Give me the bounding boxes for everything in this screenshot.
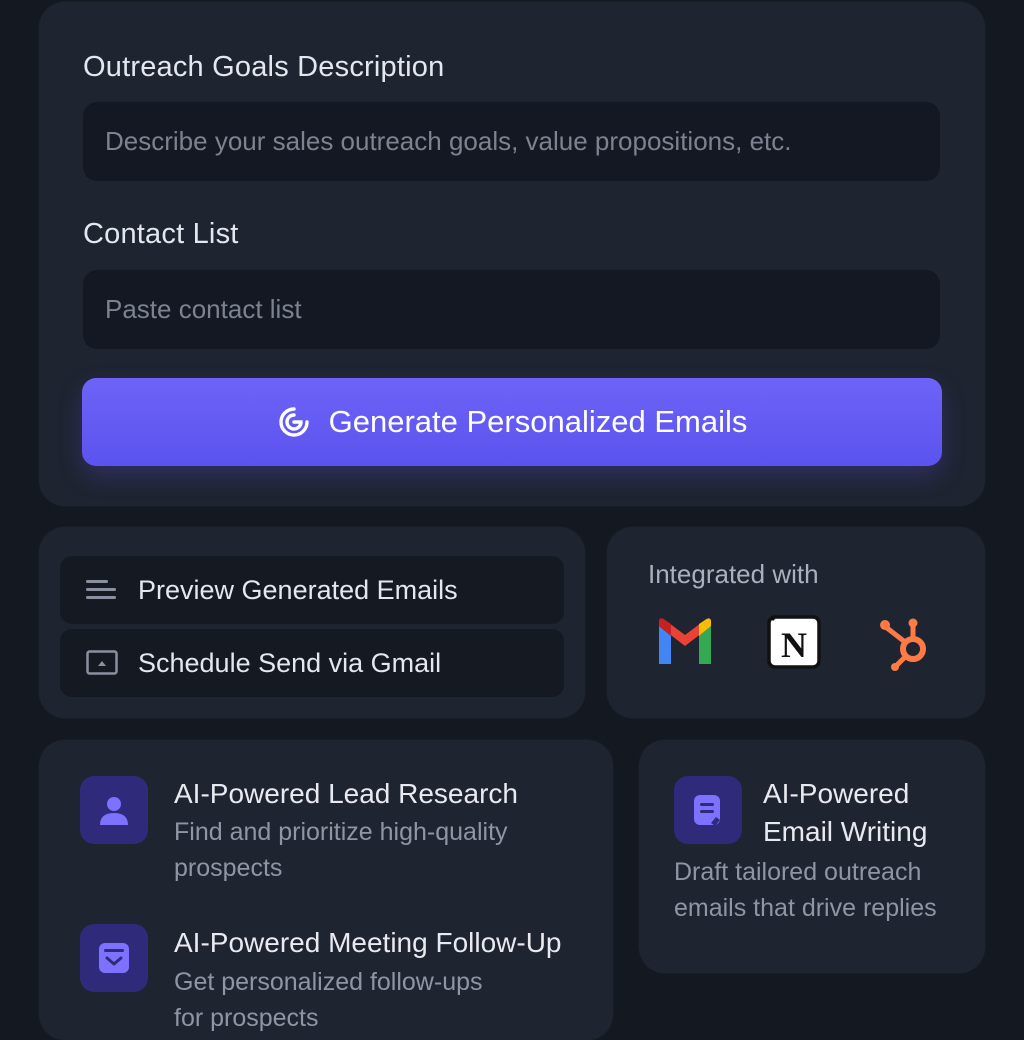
contacts-input[interactable] [83,270,940,349]
list-icon [86,575,120,605]
user-icon [80,776,148,844]
contacts-label: Contact List [83,218,239,250]
email-writing-title-line1: AI-Powered [763,778,910,809]
preview-emails-label: Preview Generated Emails [138,574,458,605]
lead-research-title: AI-Powered Lead Research [174,778,518,809]
meeting-followup-desc-line2: for prospects [174,1004,319,1032]
generate-emails-button[interactable]: Generate Personalized Emails [82,378,942,466]
lead-research-desc-line1: Find and prioritize high-quality [174,818,508,846]
goals-input[interactable] [83,102,940,181]
schedule-send-label: Schedule Send via Gmail [138,647,442,678]
email-writing-card: AI-Powered Email Writing Draft tailored … [639,740,985,973]
schedule-send-button[interactable]: Schedule Send via Gmail [60,629,564,697]
meeting-followup-title: AI-Powered Meeting Follow-Up [174,927,562,958]
features-card: AI-Powered Lead Research Find and priori… [39,740,613,1040]
lead-research-desc-line2: prospects [174,854,283,882]
email-writing-desc-line1: Draft tailored outreach [674,858,922,886]
integrations-label: Integrated with [648,559,819,589]
preview-emails-button[interactable]: Preview Generated Emails [60,556,564,624]
generate-button-label: Generate Personalized Emails [328,404,748,439]
spiral-icon [277,405,311,439]
hubspot-logo [877,614,935,677]
email-writing-title-line2: Email Writing [763,816,928,847]
goals-label: Outreach Goals Description [83,51,445,83]
email-writing-desc-line2: emails that drive replies [674,894,937,922]
inbox-download-icon [80,924,148,992]
gmail-logo [655,614,715,675]
notion-logo: N [767,614,823,675]
meeting-followup-desc-line1: Get personalized follow-ups [174,968,483,996]
outreach-form-card: Outreach Goals Description Contact List … [39,2,985,506]
monitor-icon [86,648,120,678]
document-edit-icon [674,776,742,844]
svg-text:N: N [781,625,807,665]
actions-card: Preview Generated Emails Schedule Send v… [39,527,585,718]
